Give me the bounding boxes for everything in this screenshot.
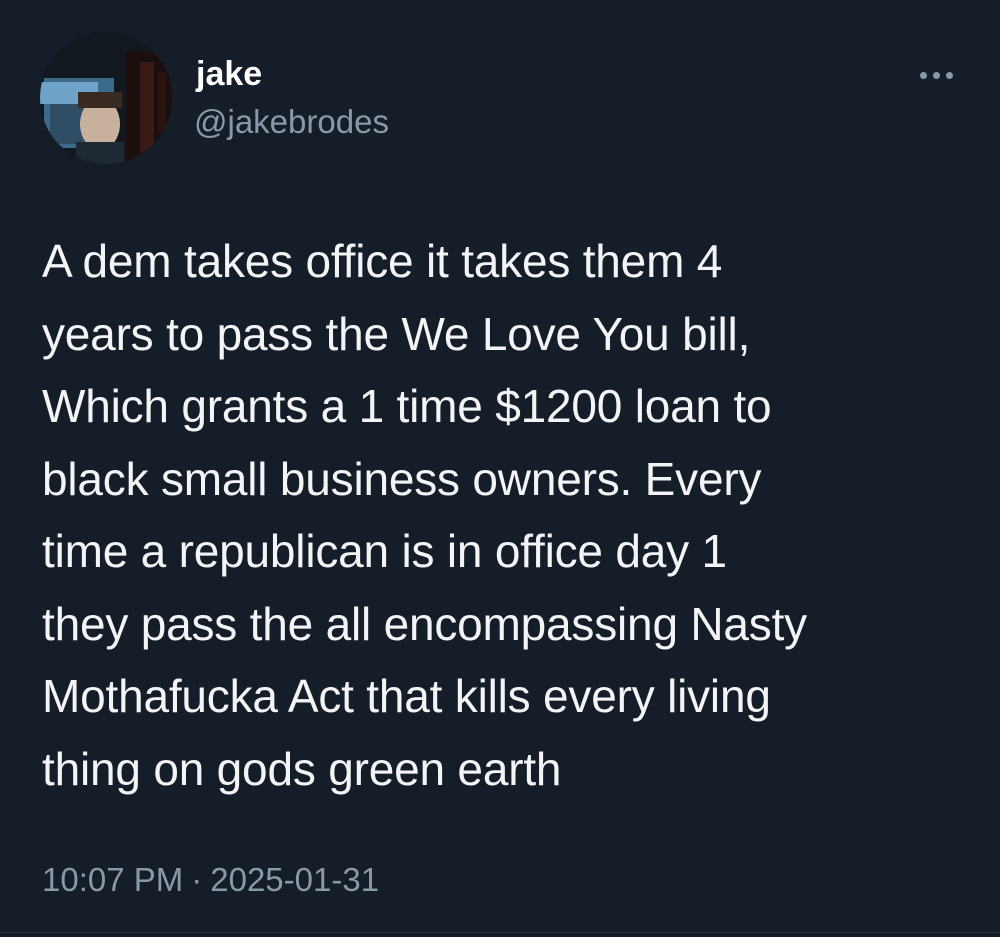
display-name[interactable]: jake xyxy=(196,52,262,96)
tweet-timestamp: 10:07 PM · 2025-01-31 xyxy=(42,858,379,902)
divider xyxy=(0,932,1000,933)
tweet-time[interactable]: 10:07 PM xyxy=(42,861,183,898)
more-horizontal-icon-dot xyxy=(932,71,940,79)
more-horizontal-icon-dot xyxy=(945,71,953,79)
tweet-text: A dem takes office it takes them 4 years… xyxy=(42,235,807,795)
more-horizontal-icon xyxy=(919,71,927,79)
tweet-date[interactable]: 2025-01-31 xyxy=(210,861,379,898)
avatar-photo xyxy=(40,32,172,164)
more-options-button[interactable] xyxy=(910,60,962,90)
meta-separator: · xyxy=(191,861,203,898)
tweet-card: jake @jakebrodes A dem takes office it t… xyxy=(0,0,1000,937)
user-handle[interactable]: @jakebrodes xyxy=(194,100,389,144)
avatar[interactable] xyxy=(40,32,172,164)
